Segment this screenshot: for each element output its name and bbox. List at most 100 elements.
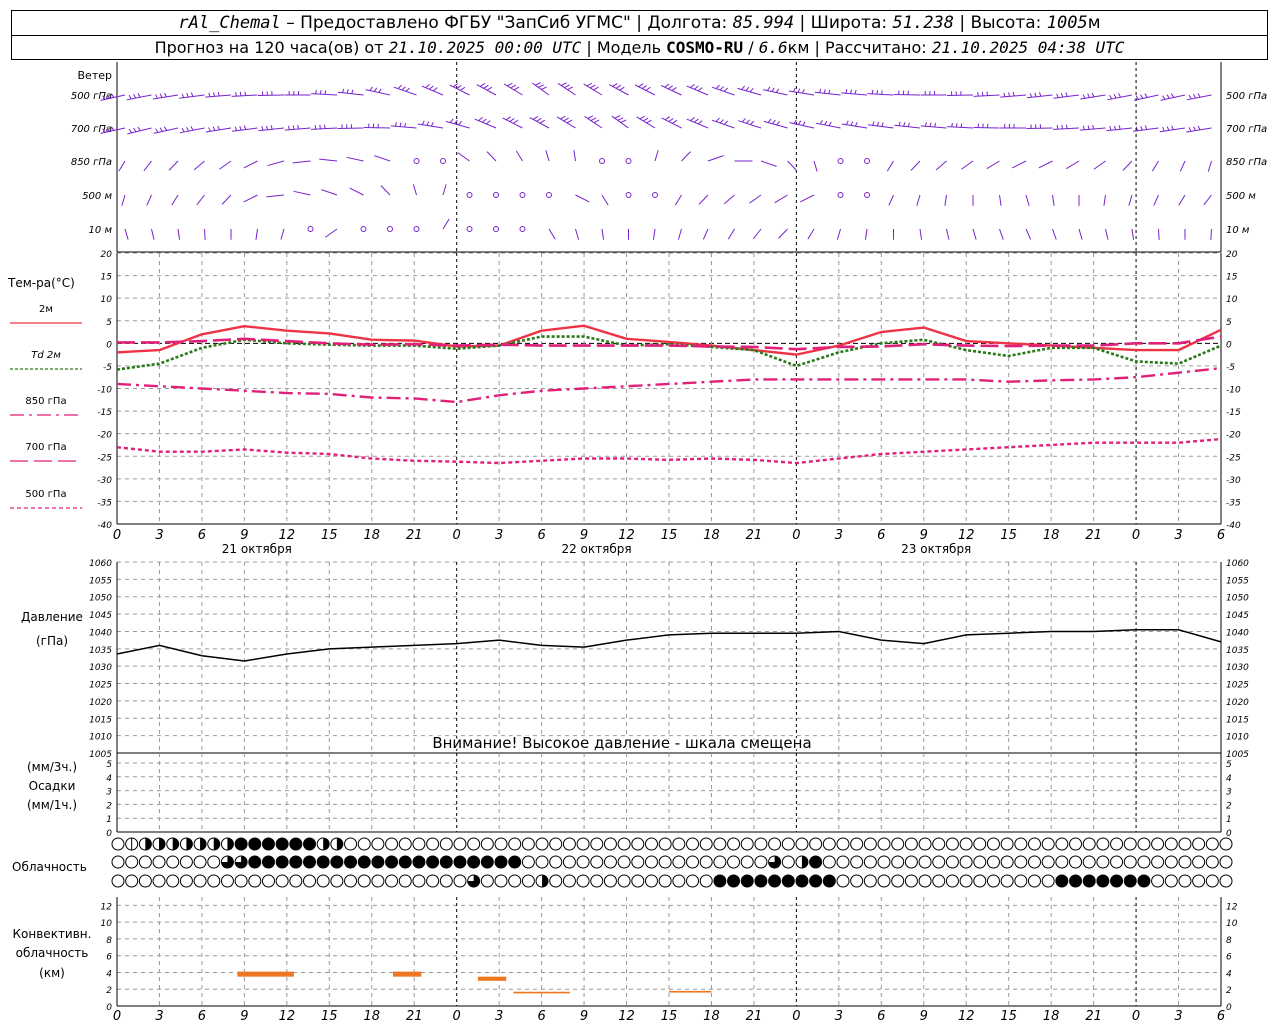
- cloud-symbol: [494, 855, 508, 869]
- cloud-symbol: [877, 874, 891, 888]
- wind-barb-feather: [217, 125, 220, 131]
- wind-barb-feather: [486, 86, 493, 91]
- pressure-ytick-left: 1035: [89, 646, 112, 656]
- cloud-symbol-circle: [193, 874, 207, 888]
- cloud-symbol: [248, 837, 262, 851]
- pressure-ytick-right: 1030: [1226, 663, 1249, 673]
- conv-bar: [393, 971, 422, 977]
- cloud-symbol: [850, 874, 864, 888]
- wind-barb: [231, 94, 258, 97]
- cloud-symbol-fill: [317, 856, 330, 868]
- cloud-symbol: [1192, 874, 1206, 888]
- conv-hour-label: 6: [537, 1009, 545, 1024]
- cloud-symbol-circle: [1082, 837, 1096, 851]
- precip-ytick-right: 3: [1226, 788, 1232, 798]
- wind-barb-feather: [845, 120, 849, 125]
- wind-barb-feather: [823, 89, 826, 94]
- cloud-symbol-circle: [1110, 837, 1124, 851]
- conv-unit: (км): [39, 966, 65, 980]
- wind-barb: [1122, 160, 1133, 171]
- pressure-ytick-left: 1060: [89, 559, 112, 569]
- wind-barb: [611, 115, 629, 129]
- precip-ytick-left: 5: [106, 760, 112, 770]
- wind-barb-feather: [1087, 93, 1090, 98]
- wind-barb-feather: [671, 87, 677, 91]
- precip-ytick-left: 4: [106, 774, 112, 784]
- wind-barb-feather: [1061, 124, 1063, 129]
- cloud-symbol-fill: [727, 875, 740, 887]
- wind-barb-feather: [155, 128, 159, 133]
- cloud-symbol-circle: [562, 855, 576, 869]
- wind-barb: [919, 228, 923, 240]
- conv-hour-label: 3: [155, 1009, 163, 1024]
- cloud-symbol: [1178, 855, 1192, 869]
- wind-barb: [601, 228, 605, 240]
- temp-hour-label: 21: [406, 528, 423, 543]
- wind-barb: [711, 119, 735, 129]
- wind-barb: [787, 160, 797, 171]
- wind-barb: [864, 228, 868, 240]
- wind-barb-feather: [421, 120, 425, 125]
- wind-calm-circle: [307, 226, 314, 232]
- cloud-symbol-circle: [836, 837, 850, 851]
- wind-barb: [445, 120, 470, 129]
- wind-barb: [894, 93, 921, 96]
- wind-calm-circle: [837, 192, 844, 198]
- wind-barb-feather: [589, 84, 596, 89]
- cloud-symbol: [959, 874, 973, 888]
- cloud-symbol-circle: [973, 837, 987, 851]
- cloud-symbol: [740, 874, 754, 888]
- cloud-symbol-circle: [877, 874, 891, 888]
- wind-barb-feather: [668, 85, 673, 90]
- cloud-symbol-circle: [357, 837, 371, 851]
- cloud-symbol: [412, 837, 426, 851]
- cloud-symbol: [508, 874, 522, 888]
- wind-barb-feather: [645, 86, 651, 91]
- wind-barb-feather: [159, 127, 163, 132]
- temp-hour-label: 0: [113, 528, 121, 543]
- temp-hour-label: 6: [537, 528, 545, 543]
- cloud-symbol-circle: [713, 855, 727, 869]
- wind-barb: [204, 228, 206, 240]
- wind-barb: [762, 89, 788, 96]
- conv-hour-label: 9: [920, 1009, 928, 1024]
- cloud-symbol: [795, 874, 809, 888]
- cloud-symbol-circle: [1000, 874, 1014, 888]
- cloud-symbol: [631, 837, 645, 851]
- cloud-symbol-fill: [495, 856, 508, 868]
- wind-barb: [946, 228, 950, 240]
- cloud-symbol: [125, 855, 139, 869]
- cloud-symbol: [590, 837, 604, 851]
- wind-barb-feather: [510, 84, 516, 89]
- pressure-ytick-right: 1045: [1226, 611, 1249, 621]
- cloud-symbol: [385, 837, 399, 851]
- wind-barb-feather: [801, 89, 805, 94]
- cloud-symbol: [330, 855, 344, 869]
- cloud-symbol-fill: [1110, 875, 1123, 887]
- cloud-symbol: [275, 855, 289, 869]
- wind-barb: [531, 82, 550, 96]
- wind-barb-feather: [513, 119, 519, 124]
- cloud-symbol-circle: [1096, 855, 1110, 869]
- cloud-symbol: [603, 837, 617, 851]
- cloud-symbol: [521, 855, 535, 869]
- wind-barb-feather: [426, 121, 430, 126]
- cloud-symbol-circle: [344, 837, 358, 851]
- wind-barb: [1053, 127, 1080, 130]
- cloud-symbol: [1082, 837, 1096, 851]
- wind-barb-feather: [745, 119, 750, 124]
- cloud-symbol-circle: [1164, 837, 1178, 851]
- cloud-symbol: [891, 855, 905, 869]
- cloud-symbol-circle: [426, 837, 440, 851]
- cloud-symbol: [918, 855, 932, 869]
- wind-barb: [486, 151, 497, 162]
- wind-barb: [886, 160, 894, 172]
- cloud-symbol: [111, 874, 125, 888]
- cloud-symbol: [316, 855, 330, 869]
- wind-barb-feather: [1118, 93, 1122, 98]
- wind-barb: [789, 122, 815, 129]
- cloud-symbol-circle: [1219, 837, 1233, 851]
- cloud-symbol-circle: [494, 837, 508, 851]
- wind-barb: [1153, 194, 1159, 206]
- cloud-symbol: [699, 874, 713, 888]
